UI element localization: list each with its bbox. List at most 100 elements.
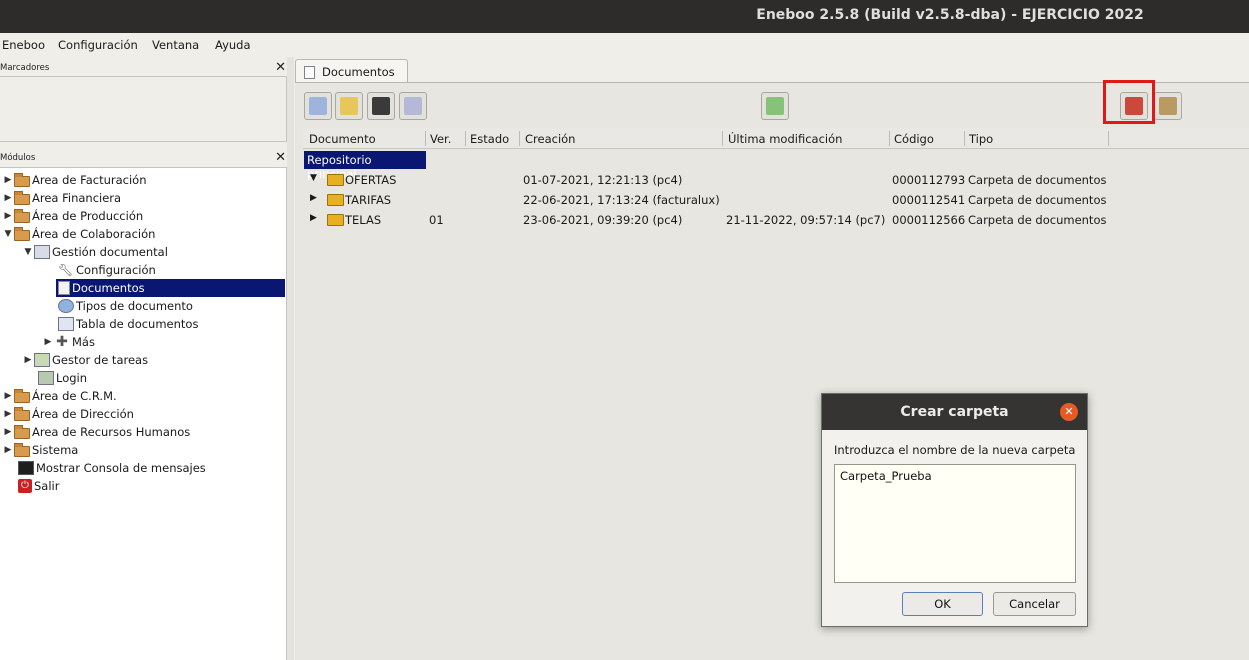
close-icon[interactable]: ✕ <box>1060 403 1078 421</box>
chevron-right-icon[interactable]: ▶ <box>310 213 317 223</box>
column-separator <box>519 131 520 146</box>
row-code: 0000112793 <box>892 173 966 187</box>
row-modified: 21-11-2022, 09:57:14 (pc7) <box>726 213 886 227</box>
table-row[interactable]: ▼ OFERTAS 01-07-2021, 12:21:13 (pc4) 000… <box>303 170 1249 190</box>
tree-item-label: Sistema <box>32 443 79 457</box>
modules-panel-header: Módulos ✕ <box>0 150 290 166</box>
tree-item-configuracion[interactable]: 🔧︎ Configuración <box>58 261 156 279</box>
tree-item-label: Area Financiera <box>32 191 122 205</box>
package-button[interactable] <box>1154 92 1182 120</box>
chevron-right-icon[interactable]: ▶ <box>22 355 34 365</box>
globe-icon <box>58 299 74 313</box>
tree-item-rrhh[interactable]: ▶ Area de Recursos Humanos <box>2 423 190 441</box>
folder-icon <box>327 174 344 186</box>
window-title: Eneboo 2.5.8 (Build v2.5.8-dba) - EJERCI… <box>756 7 1144 23</box>
folder-icon <box>14 388 30 403</box>
menu-configuracion[interactable]: Configuración <box>58 38 138 52</box>
panel-splitter[interactable] <box>287 57 294 660</box>
folder-name-input[interactable]: Carpeta_Prueba <box>834 464 1076 583</box>
tree-item-label: Mostrar Consola de mensajes <box>36 461 206 475</box>
edit-document-button[interactable] <box>335 92 363 120</box>
row-created: 23-06-2021, 09:39:20 (pc4) <box>523 213 683 227</box>
tree-item-documentos[interactable]: Documentos <box>56 279 285 297</box>
chevron-right-icon[interactable]: ▶ <box>2 175 14 185</box>
table-icon <box>58 317 74 331</box>
shred-document-button[interactable] <box>367 92 395 120</box>
new-document-button[interactable] <box>304 92 332 120</box>
highlight-box <box>1103 80 1155 124</box>
tab-documentos[interactable]: Documentos <box>295 59 408 84</box>
column-creacion[interactable]: Creación <box>525 132 575 146</box>
move-document-button[interactable] <box>761 92 789 120</box>
tree-item-direccion[interactable]: ▶ Área de Dirección <box>2 405 134 423</box>
chevron-right-icon[interactable]: ▶ <box>2 427 14 437</box>
dialog-title: Crear carpeta <box>822 394 1087 430</box>
tree-item-financiera[interactable]: ▶ Area Financiera <box>2 189 121 207</box>
menu-ventana[interactable]: Ventana <box>152 38 199 52</box>
tree-item-label: Área de Producción <box>32 209 144 223</box>
table-header: Documento Ver. Estado Creación Última mo… <box>303 128 1249 149</box>
tree-item-tipos-documento[interactable]: Tipos de documento <box>58 297 193 315</box>
row-code: 0000112566 <box>892 213 966 227</box>
column-separator <box>964 131 965 146</box>
menu-ayuda[interactable]: Ayuda <box>215 38 251 52</box>
column-documento[interactable]: Documento <box>309 132 376 146</box>
chevron-right-icon[interactable]: ▶ <box>310 193 317 203</box>
tree-item-crm[interactable]: ▶ Área de C.R.M. <box>2 387 117 405</box>
create-folder-dialog: Crear carpeta ✕ Introduzca el nombre de … <box>821 393 1088 627</box>
bookmarks-panel <box>0 76 287 142</box>
tree-item-salir[interactable]: ⏻ Salir <box>18 477 59 495</box>
chevron-right-icon[interactable]: ▶ <box>42 337 54 347</box>
view-document-button[interactable] <box>399 92 427 120</box>
column-estado[interactable]: Estado <box>470 132 509 146</box>
shredder-icon <box>372 97 390 115</box>
column-codigo[interactable]: Código <box>894 132 934 146</box>
row-type: Carpeta de documentos <box>968 193 1107 207</box>
move-icon <box>766 97 784 115</box>
bookmarks-panel-header: Marcadores ✕ <box>0 60 290 76</box>
tree-item-label: Área de Colaboración <box>32 227 156 241</box>
close-bookmarks-icon[interactable]: ✕ <box>275 60 286 75</box>
tree-item-label: Documentos <box>72 281 145 295</box>
chevron-down-icon[interactable]: ▼ <box>22 247 34 257</box>
row-created: 22-06-2021, 17:13:24 (facturalux) <box>523 193 720 207</box>
chevron-right-icon[interactable]: ▶ <box>2 391 14 401</box>
dialog-prompt: Introduzca el nombre de la nueva carpeta <box>834 443 1076 457</box>
tree-item-gestion-documental[interactable]: ▼ Gestión documental <box>22 243 168 261</box>
bookmarks-title: Marcadores <box>0 63 50 73</box>
package-icon <box>1159 97 1177 115</box>
chevron-down-icon[interactable]: ▼ <box>2 229 14 239</box>
folder-icon <box>14 424 30 439</box>
chevron-right-icon[interactable]: ▶ <box>2 409 14 419</box>
modules-tree: ▶ Area de Facturación ▶ Area Financiera … <box>0 167 287 660</box>
column-ultima-modificacion[interactable]: Última modificación <box>728 132 842 146</box>
menu-eneboo[interactable]: Eneboo <box>2 38 45 52</box>
close-modules-icon[interactable]: ✕ <box>275 150 286 165</box>
column-version[interactable]: Ver. <box>430 132 451 146</box>
cancel-button[interactable]: Cancelar <box>993 592 1076 616</box>
tree-item-sistema[interactable]: ▶ Sistema <box>2 441 78 459</box>
column-separator <box>722 131 723 146</box>
tree-item-login[interactable]: Login <box>38 369 87 387</box>
tree-item-colaboracion[interactable]: ▼ Área de Colaboración <box>2 225 155 243</box>
ok-button[interactable]: OK <box>902 592 983 616</box>
tree-item-tabla-documentos[interactable]: Tabla de documentos <box>58 315 198 333</box>
table-row[interactable]: ▶ TARIFAS 22-06-2021, 17:13:24 (factural… <box>303 190 1249 210</box>
tree-item-gestor-tareas[interactable]: ▶ Gestor de tareas <box>22 351 148 369</box>
repository-root[interactable]: Repositorio principal <box>304 151 426 181</box>
row-name: TELAS <box>345 213 382 227</box>
tree-item-produccion[interactable]: ▶ Área de Producción <box>2 207 143 225</box>
tree-item-label: Area de Recursos Humanos <box>32 425 191 439</box>
chevron-right-icon[interactable]: ▶ <box>2 211 14 221</box>
tree-item-consola[interactable]: Mostrar Consola de mensajes <box>18 459 206 477</box>
table-row[interactable]: ▶ TELAS 01 23-06-2021, 09:39:20 (pc4) 21… <box>303 210 1249 230</box>
tree-item-facturacion[interactable]: ▶ Area de Facturación <box>2 171 147 189</box>
tree-item-mas[interactable]: ▶ ✚ Más <box>42 333 95 351</box>
chevron-down-icon[interactable]: ▼ <box>310 173 317 183</box>
folder-icon <box>14 406 30 421</box>
tab-label: Documentos <box>322 65 395 79</box>
column-tipo[interactable]: Tipo <box>969 132 993 146</box>
chevron-right-icon[interactable]: ▶ <box>2 193 14 203</box>
row-version: 01 <box>429 213 444 227</box>
chevron-right-icon[interactable]: ▶ <box>2 445 14 455</box>
